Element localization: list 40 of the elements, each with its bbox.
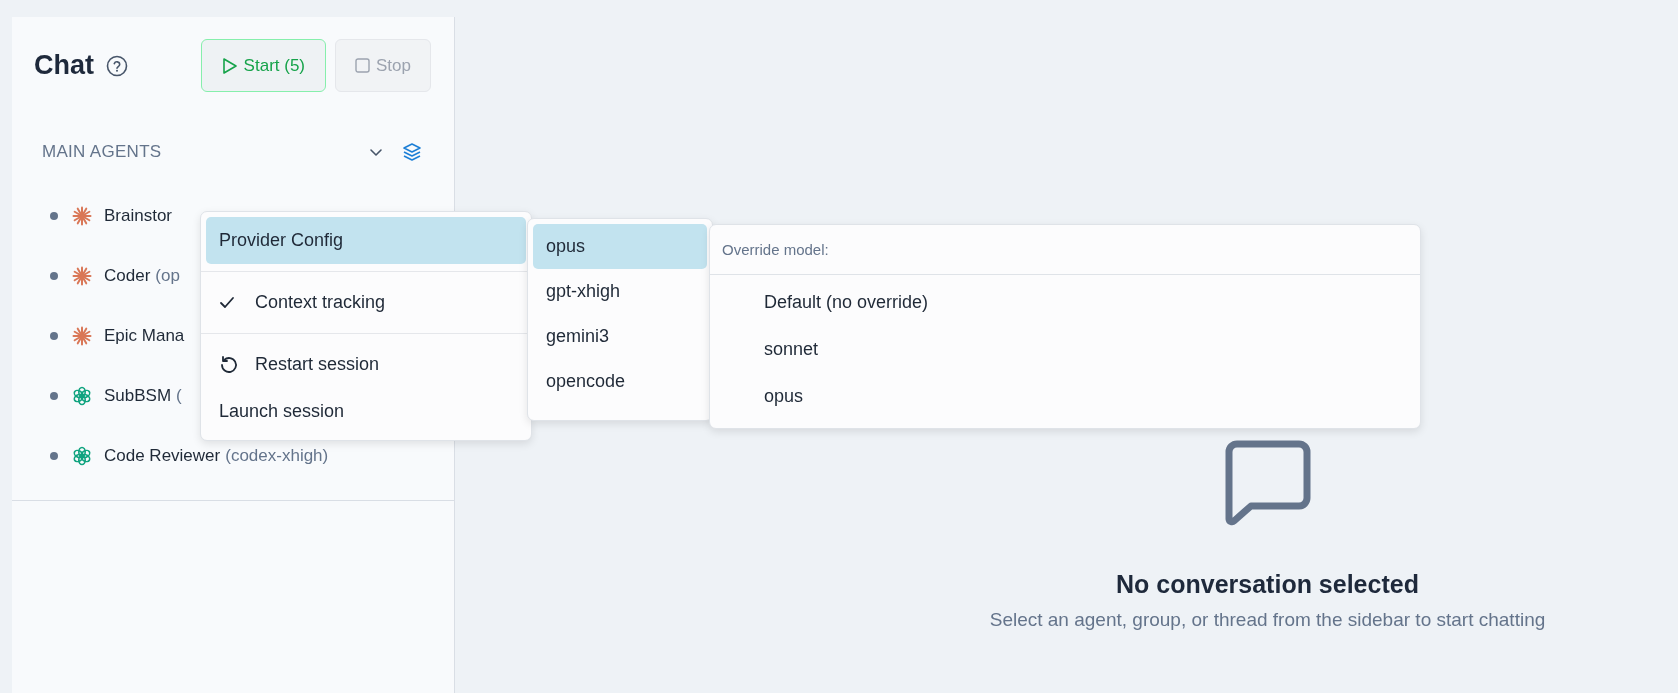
menu-item[interactable]: Restart session xyxy=(206,341,526,388)
section-title: MAIN AGENTS xyxy=(42,142,162,162)
menu-item[interactable]: Launch session xyxy=(206,388,526,435)
play-icon xyxy=(221,56,238,75)
agent-model: (codex-xhigh) xyxy=(225,446,329,466)
menu-item[interactable]: opus xyxy=(710,373,1420,420)
empty-state-title: No conversation selected xyxy=(1116,570,1419,599)
menu-item[interactable]: opencode xyxy=(533,359,707,404)
square-icon xyxy=(355,58,370,73)
status-dot xyxy=(50,272,58,280)
menu-item[interactable]: Default (no override) xyxy=(710,279,1420,326)
knot-icon xyxy=(72,386,92,406)
agent-name[interactable]: Code Reviewer xyxy=(104,446,221,466)
chat-bubble-icon xyxy=(1223,440,1312,526)
menu-item[interactable]: gemini3 xyxy=(533,314,707,359)
status-dot xyxy=(50,212,58,220)
agent-name[interactable]: Coder xyxy=(104,266,151,286)
empty-state-subtitle: Select an agent, group, or thread from the sidebar to start chatting xyxy=(989,609,1546,631)
starburst-icon xyxy=(72,326,92,346)
agent-name[interactable]: SubBSM xyxy=(104,386,172,406)
agent-name[interactable]: Epic Mana xyxy=(104,326,185,346)
layers-icon[interactable] xyxy=(402,142,422,162)
knot-icon xyxy=(72,446,92,466)
agent-model: (op xyxy=(155,266,180,286)
status-dot xyxy=(50,452,58,460)
status-dot xyxy=(50,392,58,400)
restart-icon xyxy=(219,354,239,375)
help-icon[interactable] xyxy=(106,54,128,77)
agent-model: ( xyxy=(176,386,182,406)
starburst-icon xyxy=(72,206,92,226)
menu-header: Override model: xyxy=(710,225,1420,275)
sidebar-title: Chat xyxy=(34,50,94,81)
menu-item[interactable]: Provider Config xyxy=(206,217,526,264)
menu-item[interactable]: sonnet xyxy=(710,326,1420,373)
starburst-icon xyxy=(72,266,92,286)
status-dot xyxy=(50,332,58,340)
menu-item[interactable]: Context tracking xyxy=(206,279,526,326)
menu-item[interactable]: gpt-xhigh xyxy=(533,269,707,314)
menu-item[interactable]: opus xyxy=(533,224,707,269)
agent-name[interactable]: Brainstor xyxy=(104,206,173,226)
